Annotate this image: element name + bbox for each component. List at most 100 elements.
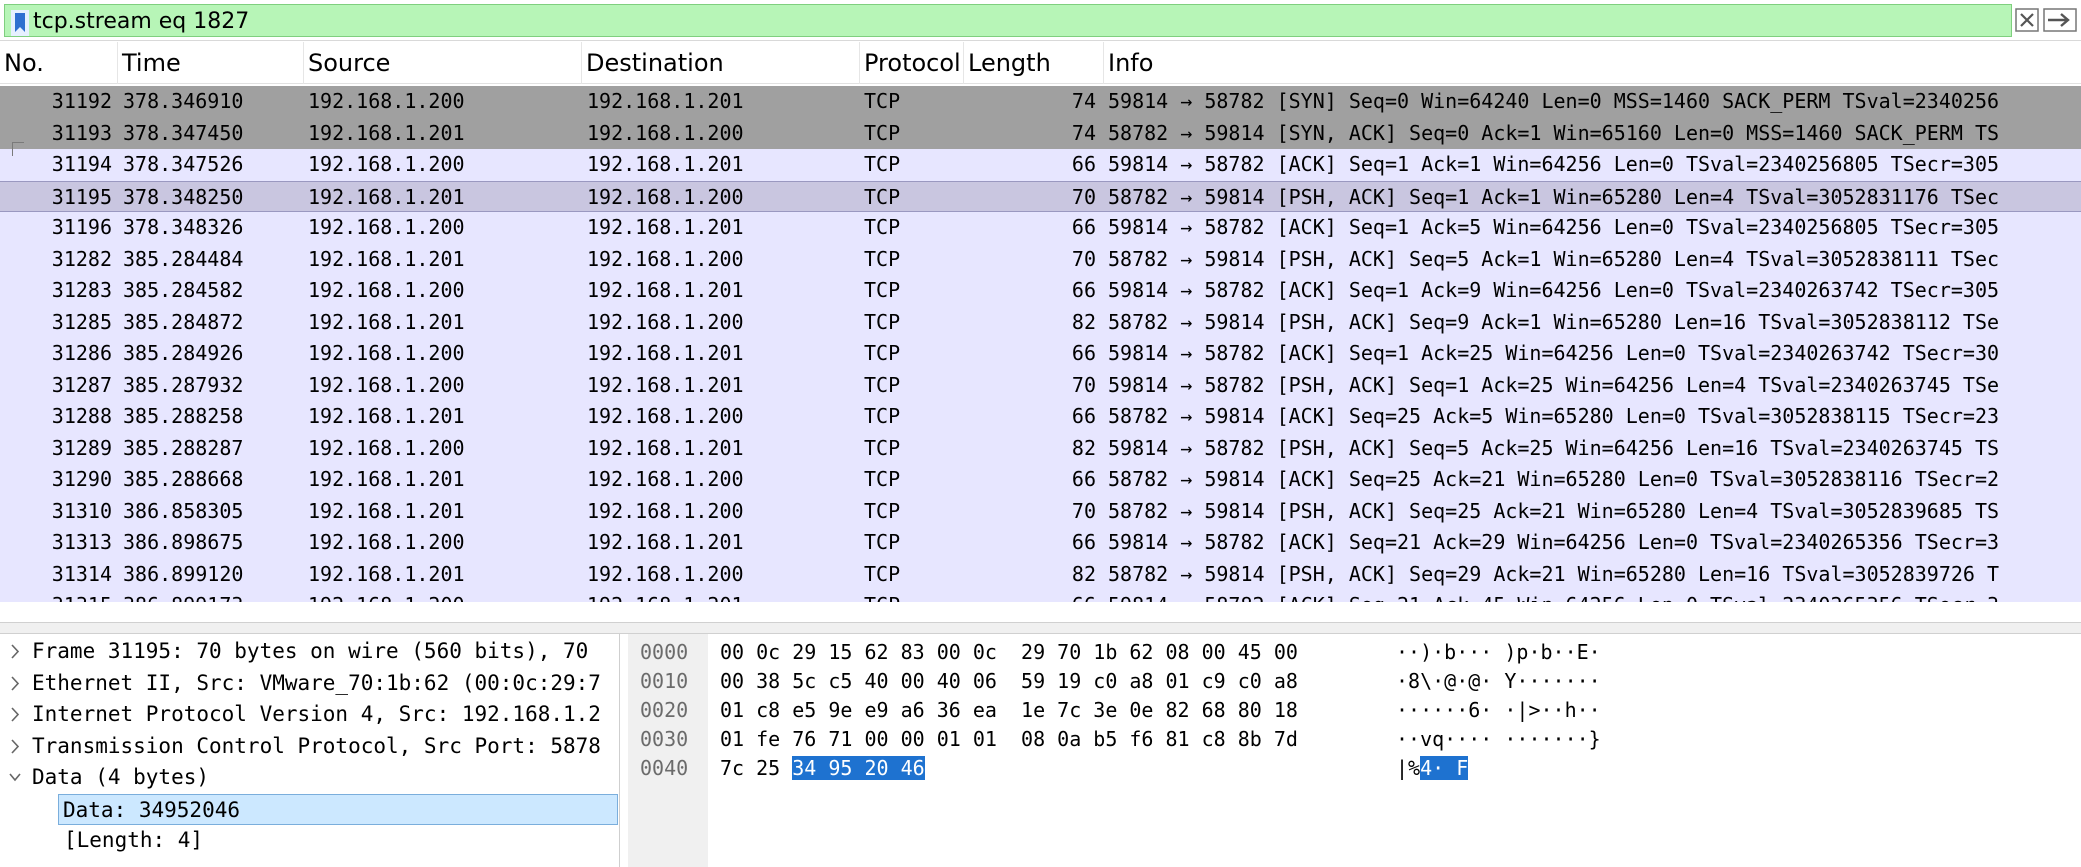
packet-row[interactable]: 31313 386.898675 192.168.1.200 192.168.1.20… xyxy=(0,527,2081,559)
packet-info: 58782 → 59814 [PSH, ACK] Seq=25 Ack=21 W… xyxy=(1108,498,2000,523)
hex-bytes-highlight: 34 95 20 46 xyxy=(792,756,925,780)
packet-info: 58782 → 59814 [PSH, ACK] Seq=29 Ack=21 W… xyxy=(1108,561,2000,586)
hex-offset: 0030 xyxy=(640,727,689,751)
packet-time: 386.899120 xyxy=(123,561,244,586)
packet-length: 70 xyxy=(1071,372,1096,397)
hex-ascii[interactable]: ·8\·@·@· Y······· xyxy=(1396,667,1601,696)
packet-number: 31314 xyxy=(51,561,112,586)
packet-destination: 192.168.1.200 xyxy=(587,467,744,491)
packet-number: 31290 xyxy=(51,467,112,491)
packet-time: 386.858305 xyxy=(123,498,244,523)
packet-protocol: TCP xyxy=(864,498,901,523)
packet-source: 192.168.1.200 xyxy=(308,278,465,302)
packet-info: 58782 → 59814 [PSH, ACK] Seq=9 Ack=1 Win… xyxy=(1108,309,2000,334)
chevron-down-icon[interactable] xyxy=(8,762,22,793)
chevron-right-icon[interactable] xyxy=(8,731,22,762)
packet-protocol: TCP xyxy=(864,341,901,365)
hex-bytes[interactable]: 01 c8 e5 9e e9 a6 36 ea 1e 7c 3e 0e 82 6… xyxy=(720,696,1298,725)
packet-source: 192.168.1.200 xyxy=(308,89,465,113)
packet-destination: 192.168.1.200 xyxy=(587,309,744,334)
packet-time: 385.284484 xyxy=(123,246,244,271)
packet-bytes-pane: 0000 00 0c 29 15 62 83 00 0c 29 70 1b 62 … xyxy=(628,634,2081,867)
hex-bytes[interactable]: 00 38 5c c5 40 00 40 06 59 19 c0 a8 01 c… xyxy=(720,667,1298,696)
column-header-destination[interactable]: Destination xyxy=(582,42,860,84)
packet-time: 385.288287 xyxy=(123,435,244,460)
arrow-right-icon[interactable] xyxy=(2043,8,2077,32)
column-header-time[interactable]: Time xyxy=(118,42,304,84)
packet-row[interactable]: 31315 386.899173 192.168.1.200 192.168.1.20… xyxy=(0,590,2081,602)
packet-row[interactable]: 31193 378.347450 192.168.1.201 192.168.1.20… xyxy=(0,117,2081,149)
packet-row[interactable]: 31282 385.284484 192.168.1.201 192.168.1.20… xyxy=(0,243,2081,275)
packet-protocol: TCP xyxy=(864,467,901,491)
packet-destination: 192.168.1.200 xyxy=(587,246,744,271)
packet-destination: 192.168.1.200 xyxy=(587,120,744,145)
packet-protocol: TCP xyxy=(864,184,901,209)
packet-row[interactable]: 31314 386.899120 192.168.1.201 192.168.1.20… xyxy=(0,558,2081,590)
packet-row[interactable]: 31286 385.284926 192.168.1.200 192.168.1.20… xyxy=(0,338,2081,370)
packet-protocol: TCP xyxy=(864,215,901,239)
packet-length: 82 xyxy=(1071,435,1096,460)
packet-row[interactable]: 31194 378.347526 192.168.1.200 192.168.1.20… xyxy=(0,149,2081,181)
packet-info: 59814 → 58782 [ACK] Seq=21 Ack=29 Win=64… xyxy=(1108,530,2000,554)
hex-ascii[interactable]: |%4· F xyxy=(1396,754,1469,783)
hex-bytes[interactable]: 7c 25 34 95 20 46 xyxy=(720,754,925,783)
column-header-protocol[interactable]: Protocol xyxy=(860,42,964,84)
chevron-right-icon[interactable] xyxy=(8,699,22,730)
packet-protocol: TCP xyxy=(864,89,901,113)
packet-time: 378.348326 xyxy=(123,215,244,239)
packet-number: 31313 xyxy=(51,530,112,554)
hex-ascii[interactable]: ··)·b··· )p·b··E· xyxy=(1396,638,1601,667)
packet-row[interactable]: 31290 385.288668 192.168.1.201 192.168.1.20… xyxy=(0,464,2081,496)
packet-number: 31315 xyxy=(0,590,112,602)
pane-splitter[interactable] xyxy=(0,622,2081,634)
clear-icon[interactable] xyxy=(2015,8,2039,32)
column-header-info[interactable]: Info xyxy=(1104,42,2081,84)
packet-row[interactable]: 31192 378.346910 192.168.1.200 192.168.1.20… xyxy=(0,86,2081,118)
packet-row[interactable]: 31195 378.348250 192.168.1.201 192.168.1.20… xyxy=(0,180,2081,212)
detail-tree-leaf[interactable]: Data: 34952046 xyxy=(58,793,618,825)
packet-protocol: TCP xyxy=(864,309,901,334)
packet-destination: 192.168.1.201 xyxy=(587,372,744,397)
packet-number: 31196 xyxy=(51,215,112,239)
packet-row[interactable]: 31289 385.288287 192.168.1.200 192.168.1.20… xyxy=(0,432,2081,464)
detail-text: Ethernet II, Src: VMware_70:1b:62 (00:0c… xyxy=(32,670,601,695)
bookmark-icon[interactable] xyxy=(11,10,29,36)
packet-row[interactable]: 31196 378.348326 192.168.1.200 192.168.1.20… xyxy=(0,212,2081,244)
packet-row[interactable]: 31288 385.288258 192.168.1.201 192.168.1.20… xyxy=(0,401,2081,433)
packet-length: 66 xyxy=(1071,404,1096,428)
chevron-right-icon[interactable] xyxy=(8,636,22,667)
packet-source: 192.168.1.200 xyxy=(308,152,465,176)
packet-info: 59814 → 58782 [PSH, ACK] Seq=1 Ack=25 Wi… xyxy=(1108,372,2000,397)
packet-time: 378.347450 xyxy=(123,120,244,145)
hex-bytes[interactable]: 00 0c 29 15 62 83 00 0c 29 70 1b 62 08 0… xyxy=(720,638,1298,667)
column-header-source[interactable]: Source xyxy=(304,42,582,84)
display-filter-field[interactable] xyxy=(4,4,2012,37)
packet-source: 192.168.1.200 xyxy=(308,215,465,239)
chevron-right-icon[interactable] xyxy=(8,668,22,699)
packet-list: No. Time Source Destination Protocol Len… xyxy=(0,42,2081,602)
packet-length: 66 xyxy=(1071,278,1096,302)
hex-ascii[interactable]: ······6· ·|>··h·· xyxy=(1396,696,1601,725)
packet-source: 192.168.1.201 xyxy=(308,561,465,586)
column-header-length[interactable]: Length xyxy=(964,42,1104,84)
packet-destination: 192.168.1.201 xyxy=(587,435,744,460)
hex-ascii[interactable]: ··vq···· ·······} xyxy=(1396,725,1601,754)
packet-length: 82 xyxy=(1071,561,1096,586)
packet-info: 58782 → 59814 [PSH, ACK] Seq=1 Ack=1 Win… xyxy=(1108,184,2000,209)
packet-info: 58782 → 59814 [ACK] Seq=25 Ack=21 Win=65… xyxy=(1108,467,2000,491)
packet-length: 66 xyxy=(1071,215,1096,239)
detail-text: [Length: 4] xyxy=(64,828,204,852)
hex-bytes[interactable]: 01 fe 76 71 00 00 01 01 08 0a b5 f6 81 c… xyxy=(720,725,1298,754)
hex-ascii-plain: |% xyxy=(1396,756,1421,780)
column-header-no[interactable]: No. xyxy=(0,42,118,84)
packet-length: 66 xyxy=(1071,152,1096,176)
packet-info: 59814 → 58782 [ACK] Seq=1 Ack=1 Win=6425… xyxy=(1108,152,2000,176)
hex-offset: 0020 xyxy=(640,698,689,722)
packet-info: 59814 → 58782 [ACK] Seq=1 Ack=9 Win=6425… xyxy=(1108,278,2000,302)
packet-destination: 192.168.1.201 xyxy=(587,215,744,239)
packet-row[interactable]: 31310 386.858305 192.168.1.201 192.168.1.20… xyxy=(0,495,2081,527)
packet-row[interactable]: 31285 385.284872 192.168.1.201 192.168.1.20… xyxy=(0,306,2081,338)
packet-row[interactable]: 31287 385.287932 192.168.1.200 192.168.1.20… xyxy=(0,369,2081,401)
filter-input[interactable] xyxy=(33,7,1993,35)
packet-row[interactable]: 31283 385.284582 192.168.1.200 192.168.1.20… xyxy=(0,275,2081,307)
